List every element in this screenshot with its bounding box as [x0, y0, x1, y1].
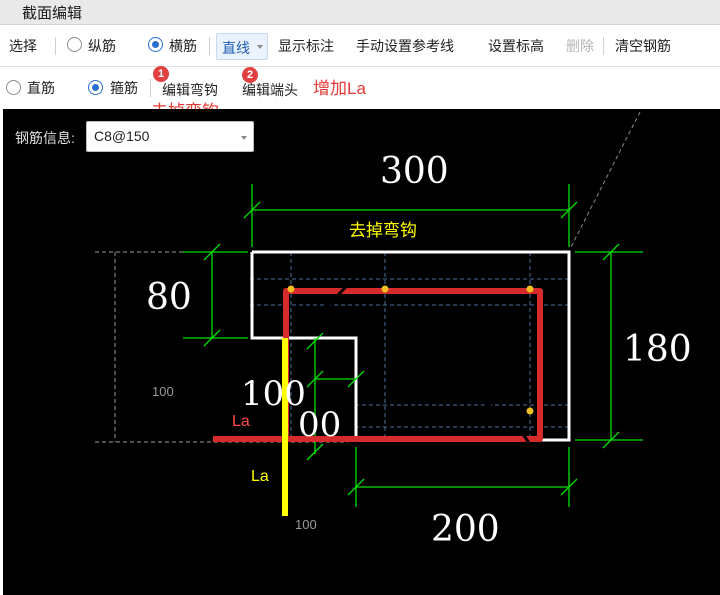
la-yellow-label: La [251, 468, 269, 485]
rebar-info-label: 钢筋信息: [15, 130, 75, 146]
section-drawing: 300 80 180 200 100 00 100 100 去掉弯钩 La La [95, 111, 692, 550]
line-type-dropdown[interactable]: 直线 [216, 33, 268, 60]
step-badge-2: 2 [242, 67, 258, 83]
toolbar-main: 选择 纵筋 横筋 直线 显示标注 手动设置参考线 设置标高 删除 清空钢筋 [0, 25, 720, 73]
straight-radio[interactable] [6, 80, 21, 95]
title-bar: 截面编辑 [0, 0, 720, 25]
note-remove-hook-yellow: 去掉弯钩 [349, 221, 417, 241]
note-add-la: 增加La [313, 79, 366, 98]
select-button[interactable]: 选择 [9, 25, 37, 67]
stirrup-radio[interactable] [88, 80, 103, 95]
manual-ref-line-button[interactable]: 手动设置参考线 [356, 25, 454, 67]
dim-mid-00: 00 [298, 405, 341, 445]
dim-right-180: 180 [623, 329, 692, 370]
dim-small-left-100: 100 [152, 384, 174, 399]
clear-rebar-button[interactable]: 清空钢筋 [615, 25, 671, 67]
rebar-info-value: C8@150 [94, 128, 150, 144]
dim-small-bottom-100: 100 [295, 517, 317, 532]
stirrup-rebar [213, 288, 543, 442]
toolbar-divider [603, 37, 604, 55]
dim-bottom-200: 200 [431, 509, 500, 550]
diagonal-guide [569, 111, 641, 250]
chevron-down-icon [241, 136, 247, 140]
step-badge-1: 1 [153, 66, 169, 82]
transverse-label[interactable]: 横筋 [169, 25, 197, 67]
toolbar-divider [150, 79, 151, 97]
toolbar-divider [55, 37, 56, 55]
window-title: 截面编辑 [22, 5, 83, 22]
dim-mid-100: 100 [241, 374, 306, 414]
show-dims-button[interactable]: 显示标注 [278, 25, 334, 67]
set-elevation-button[interactable]: 设置标高 [488, 25, 544, 67]
stirrup-label[interactable]: 箍筋 [110, 67, 138, 109]
delete-button[interactable]: 删除 [566, 25, 594, 67]
rebar-info-select[interactable]: C8@150 [86, 121, 254, 152]
hook-mark [471, 389, 497, 414]
dim-left-80: 80 [146, 277, 192, 318]
straight-label[interactable]: 直筋 [27, 67, 55, 109]
longitudinal-label[interactable]: 纵筋 [88, 25, 116, 67]
longitudinal-radio[interactable] [67, 37, 82, 52]
chevron-down-icon [257, 45, 263, 49]
drawing-canvas[interactable]: 300 80 180 200 100 00 100 100 去掉弯钩 La La [3, 109, 720, 595]
transverse-radio[interactable] [148, 37, 163, 52]
la-red-label: La [232, 413, 250, 430]
line-type-label: 直线 [222, 40, 250, 56]
hook-mark [301, 259, 373, 333]
dim-top-300: 300 [380, 151, 449, 192]
toolbar-divider [209, 37, 210, 55]
